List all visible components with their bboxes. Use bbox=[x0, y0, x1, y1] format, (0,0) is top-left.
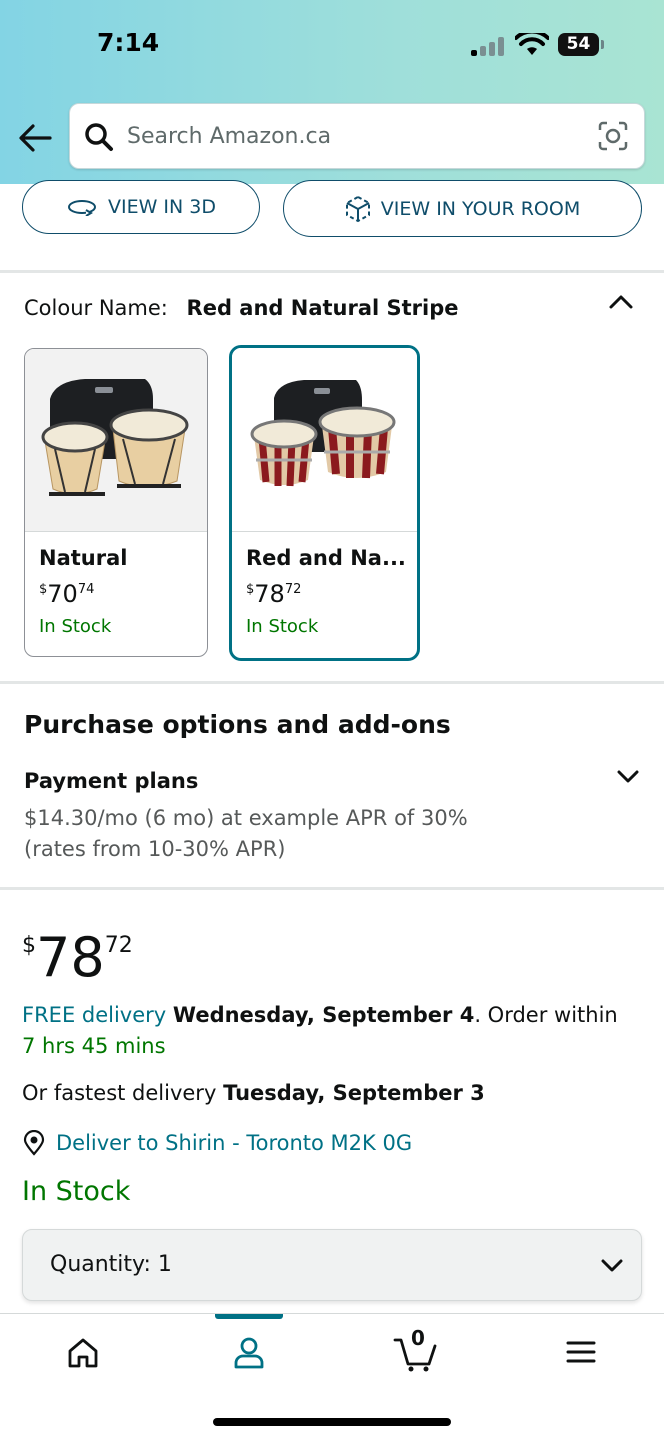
delivery-message: FREE delivery Wednesday, September 4. Or… bbox=[22, 1003, 618, 1058]
deliver-to-link[interactable]: Deliver to Shirin - Toronto M2K 0G bbox=[22, 1130, 412, 1156]
header-background: 7:14 54 Search Amazon.ca bbox=[0, 0, 664, 184]
rotate-3d-icon bbox=[67, 200, 96, 216]
quantity-value: 1 bbox=[157, 1252, 172, 1277]
quantity-select[interactable]: Quantity: 1 bbox=[22, 1229, 642, 1301]
option-name: Natural bbox=[39, 546, 128, 570]
free-delivery-link[interactable]: FREE delivery bbox=[22, 1003, 166, 1027]
view-in-3d-button[interactable]: VIEW IN 3D bbox=[22, 180, 260, 234]
delivery-date: Wednesday, September 4 bbox=[172, 1003, 475, 1027]
option-price: $7074 bbox=[39, 580, 95, 608]
colour-name-row: Colour Name: Red and Natural Stripe bbox=[24, 296, 459, 320]
section-divider bbox=[0, 887, 664, 890]
quantity-label: Quantity: 1 bbox=[50, 1252, 172, 1277]
battery-nub bbox=[601, 40, 604, 49]
cart-count: 0 bbox=[411, 1326, 425, 1350]
fastest-delivery: Or fastest delivery Tuesday, September 3 bbox=[22, 1081, 485, 1105]
section-divider bbox=[0, 681, 664, 684]
search-input[interactable]: Search Amazon.ca bbox=[69, 103, 645, 169]
colour-name-label: Colour Name: bbox=[24, 296, 168, 320]
fastest-delivery-date: Tuesday, September 3 bbox=[223, 1081, 485, 1105]
home-icon[interactable] bbox=[66, 1336, 100, 1370]
cellular-signal-icon bbox=[471, 36, 507, 56]
view-in-your-room-button[interactable]: VIEW IN YOUR ROOM bbox=[283, 180, 642, 237]
battery-indicator: 54 bbox=[558, 33, 599, 56]
section-divider bbox=[0, 270, 664, 273]
natural-bongo-image bbox=[25, 349, 207, 532]
view-in-3d-label: VIEW IN 3D bbox=[107, 196, 216, 218]
option-stock: In Stock bbox=[246, 616, 319, 637]
location-pin-icon bbox=[23, 1130, 45, 1156]
camera-lens-icon[interactable] bbox=[598, 121, 628, 151]
search-icon bbox=[85, 123, 113, 151]
colour-option-natural[interactable]: Natural $7074 In Stock bbox=[24, 348, 208, 657]
wifi-icon bbox=[515, 33, 549, 55]
chevron-down-icon[interactable] bbox=[615, 765, 641, 787]
view-in-your-room-label: VIEW IN YOUR ROOM bbox=[380, 197, 581, 220]
payment-plan-rates: (rates from 10-30% APR) bbox=[24, 837, 286, 861]
option-price: $7872 bbox=[246, 580, 302, 608]
red-bongo-image bbox=[232, 348, 417, 532]
ar-cube-icon bbox=[345, 195, 370, 222]
option-stock: In Stock bbox=[39, 616, 112, 637]
home-indicator bbox=[213, 1418, 451, 1426]
option-name: Red and Na... bbox=[246, 546, 406, 570]
menu-icon[interactable] bbox=[566, 1340, 596, 1364]
cart-button[interactable]: 0 bbox=[393, 1326, 439, 1372]
stock-status: In Stock bbox=[22, 1176, 131, 1207]
product-price: $7872 bbox=[22, 926, 133, 989]
nav-active-indicator bbox=[215, 1314, 283, 1319]
deliver-to-label: Deliver to Shirin - Toronto M2K 0G bbox=[56, 1131, 413, 1155]
account-icon[interactable] bbox=[232, 1336, 266, 1370]
status-time: 7:14 bbox=[97, 28, 160, 57]
payment-plan-detail: $14.30/mo (6 mo) at example APR of 30% bbox=[24, 806, 468, 830]
colour-name-value: Red and Natural Stripe bbox=[186, 296, 459, 320]
chevron-up-icon[interactable] bbox=[606, 290, 636, 314]
colour-option-red-and-natural[interactable]: Red and Na... $7872 In Stock bbox=[229, 345, 420, 661]
search-placeholder: Search Amazon.ca bbox=[127, 124, 332, 149]
delivery-countdown: 7 hrs 45 mins bbox=[22, 1034, 166, 1058]
back-arrow-icon[interactable] bbox=[18, 122, 52, 154]
purchase-options-title: Purchase options and add-ons bbox=[24, 710, 451, 739]
payment-plans-title[interactable]: Payment plans bbox=[24, 769, 198, 793]
chevron-down-icon bbox=[601, 1259, 623, 1272]
